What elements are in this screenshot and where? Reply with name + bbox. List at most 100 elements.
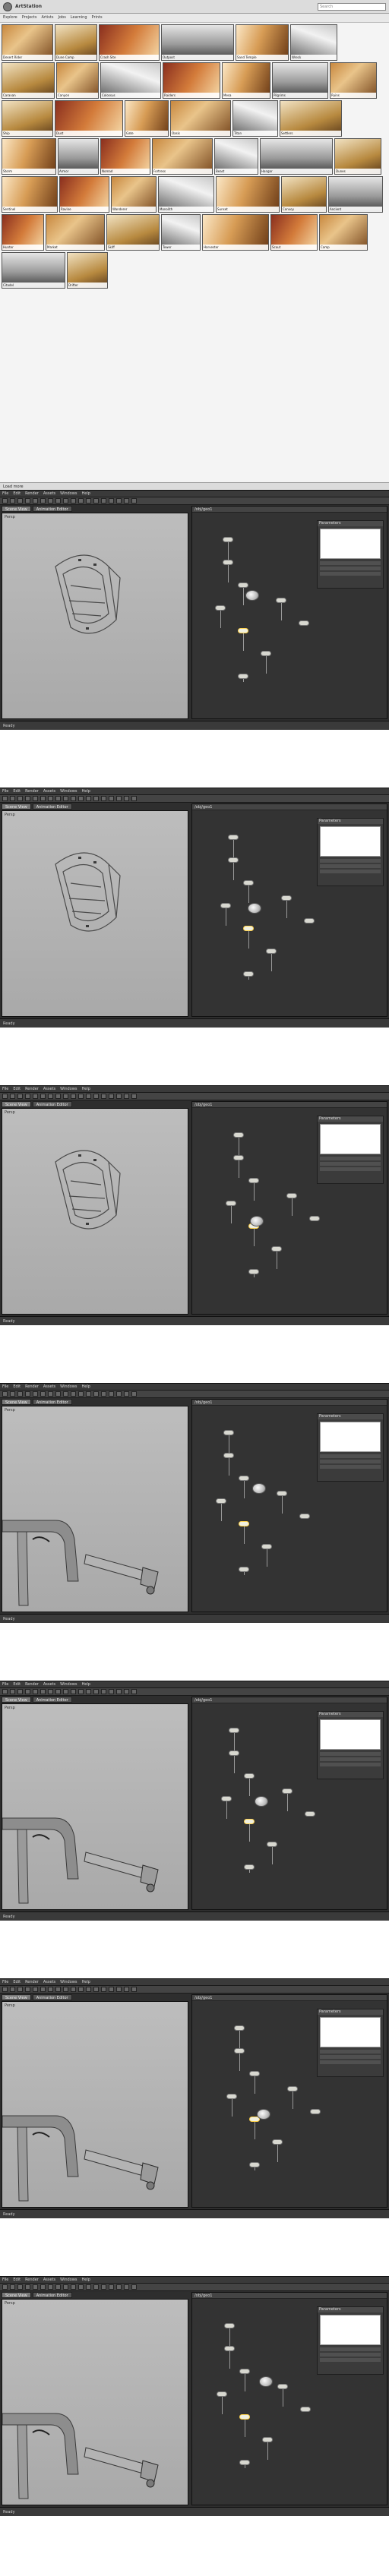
menu-item[interactable]: Windows [60, 2278, 77, 2282]
tab-scene-view[interactable]: Scene View [2, 803, 31, 810]
toolbar-tool-icon[interactable] [55, 1094, 61, 1099]
toolbar-tool-icon[interactable] [124, 1094, 129, 1099]
graph-node[interactable] [300, 2407, 311, 2412]
toolbar-tool-icon[interactable] [48, 498, 53, 504]
node-graph-pane[interactable]: /obj/geo1 Parameters [191, 506, 387, 719]
menu-item[interactable]: Assets [43, 491, 55, 496]
graph-node[interactable] [266, 949, 277, 954]
site-logo-icon[interactable] [3, 2, 12, 11]
menu-item[interactable]: Assets [43, 1980, 55, 1984]
graph-node[interactable] [244, 1773, 255, 1779]
menu-item[interactable]: Help [81, 1384, 90, 1389]
menu-item[interactable]: Edit [13, 1087, 21, 1091]
toolbar-tool-icon[interactable] [101, 498, 106, 504]
graph-node[interactable] [244, 1864, 255, 1870]
tab-animation-editor[interactable]: Animation Editor [32, 1994, 72, 2000]
graph-node[interactable] [286, 1193, 297, 1198]
gallery-thumbnail[interactable]: Citadel [2, 252, 65, 289]
tab-scene-view[interactable]: Scene View [2, 506, 31, 512]
tab-animation-editor[interactable]: Animation Editor [32, 1399, 72, 1405]
gallery-thumbnail[interactable]: Hangar [260, 138, 333, 175]
toolbar-tool-icon[interactable] [55, 1987, 61, 1992]
toolbar-tool-icon[interactable] [93, 1391, 99, 1397]
toolbar-tool-icon[interactable] [2, 1391, 8, 1397]
graph-node[interactable] [299, 1514, 310, 1519]
graph-node[interactable] [287, 2086, 298, 2091]
gallery-thumbnail[interactable]: Ship [2, 100, 53, 137]
toolbar-tool-icon[interactable] [131, 1987, 137, 1992]
toolbar-tool-icon[interactable] [10, 1094, 15, 1099]
toolbar-tool-icon[interactable] [93, 796, 99, 801]
tab-animation-editor[interactable]: Animation Editor [32, 1101, 72, 1107]
graph-node[interactable] [249, 2071, 260, 2076]
3d-viewport[interactable]: Persp [2, 1703, 188, 1910]
toolbar-tool-icon[interactable] [116, 2284, 122, 2290]
parameter-row[interactable] [320, 1460, 381, 1463]
toolbar-tool-icon[interactable] [131, 1094, 137, 1099]
gallery-thumbnail[interactable]: Pilgrims [272, 62, 328, 99]
graph-node-merge[interactable] [257, 2109, 270, 2120]
parameter-row[interactable] [320, 1167, 381, 1171]
menu-item[interactable]: Render [25, 1087, 39, 1091]
menu-item[interactable]: Assets [43, 1682, 55, 1687]
gallery-thumbnail[interactable]: Ravine [59, 176, 109, 213]
toolbar-tool-icon[interactable] [55, 1689, 61, 1694]
toolbar-tool-icon[interactable] [131, 498, 137, 504]
graph-node[interactable] [238, 582, 248, 588]
toolbar-tool-icon[interactable] [40, 1094, 46, 1099]
parameter-row[interactable] [320, 2055, 381, 2059]
tab-animation-editor[interactable]: Animation Editor [32, 1697, 72, 1703]
tab-animation-editor[interactable]: Animation Editor [32, 506, 72, 512]
gallery-thumbnail[interactable]: Caravan [2, 62, 55, 99]
toolbar-tool-icon[interactable] [86, 498, 91, 504]
graph-node[interactable] [309, 1216, 320, 1221]
graph-node[interactable] [305, 1811, 315, 1817]
toolbar-tool-icon[interactable] [109, 1987, 114, 1992]
toolbar-tool-icon[interactable] [33, 1391, 38, 1397]
toolbar-tool-icon[interactable] [78, 1094, 84, 1099]
tab-scene-view[interactable]: Scene View [2, 1101, 31, 1107]
parameter-row[interactable] [320, 1465, 381, 1469]
toolbar-tool-icon[interactable] [93, 1689, 99, 1694]
gallery-thumbnail[interactable]: Ancient [328, 176, 383, 213]
toolbar-tool-icon[interactable] [116, 1987, 122, 1992]
gallery-thumbnail[interactable]: Sand Temple [236, 24, 289, 61]
toolbar-tool-icon[interactable] [109, 1689, 114, 1694]
graph-node[interactable] [262, 2437, 273, 2442]
tab-scene-view[interactable]: Scene View [2, 1697, 31, 1703]
gallery-thumbnail[interactable]: Dunes [334, 138, 381, 175]
graph-node[interactable] [234, 2025, 245, 2031]
menu-item[interactable]: Assets [43, 1384, 55, 1389]
toolbar-tool-icon[interactable] [40, 1689, 46, 1694]
node-graph-pane[interactable]: /obj/geo1 Parameters [191, 1101, 387, 1315]
gallery-thumbnail[interactable]: Dust [55, 100, 123, 137]
toolbar-tool-icon[interactable] [93, 1094, 99, 1099]
graph-node[interactable] [243, 971, 254, 977]
graph-node[interactable] [249, 2162, 260, 2167]
graph-node[interactable] [238, 674, 248, 679]
toolbar-tool-icon[interactable] [101, 796, 106, 801]
toolbar-tool-icon[interactable] [86, 1094, 91, 1099]
graph-node-merge[interactable] [250, 1216, 264, 1226]
toolbar-tool-icon[interactable] [2, 796, 8, 801]
3d-viewport[interactable]: Persp [2, 810, 188, 1017]
toolbar-tool-icon[interactable] [2, 1094, 8, 1099]
node-graph-pane[interactable]: /obj/geo1 Parameters [191, 1399, 387, 1612]
graph-node[interactable] [223, 1430, 234, 1435]
menu-item[interactable]: Help [81, 1682, 90, 1687]
graph-node[interactable] [276, 598, 286, 603]
menu-item[interactable]: File [2, 491, 8, 496]
toolbar-tool-icon[interactable] [109, 1094, 114, 1099]
graph-node[interactable] [217, 2391, 227, 2397]
toolbar-tool-icon[interactable] [116, 1094, 122, 1099]
toolbar-tool-icon[interactable] [25, 1094, 30, 1099]
toolbar-tool-icon[interactable] [131, 1689, 137, 1694]
graph-node[interactable] [267, 1842, 277, 1847]
gallery-thumbnail[interactable]: Storm [2, 138, 56, 175]
parameter-row[interactable] [320, 859, 381, 863]
toolbar-tool-icon[interactable] [86, 2284, 91, 2290]
toolbar-tool-icon[interactable] [25, 1689, 30, 1694]
toolbar-tool-icon[interactable] [116, 1689, 122, 1694]
toolbar-tool-icon[interactable] [40, 2284, 46, 2290]
parameter-row[interactable] [320, 567, 381, 570]
